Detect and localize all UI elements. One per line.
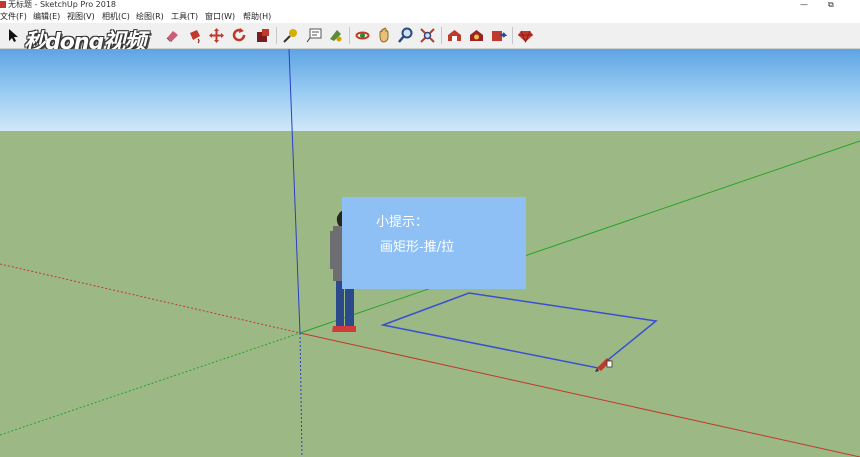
menu-tools[interactable]: 工具(T) [171, 10, 198, 23]
toolbar-separator [276, 27, 277, 44]
drawn-rectangle [380, 292, 658, 369]
share-model-tool-button[interactable] [490, 27, 508, 44]
menu-bar: 文件(F) 编辑(E) 视图(V) 相机(C) 绘图(R) 工具(T) 窗口(W… [0, 10, 860, 23]
orbit-tool-button[interactable] [354, 27, 371, 44]
toolbar-separator [349, 27, 350, 44]
menu-file[interactable]: 文件(F) [0, 10, 27, 23]
move-icon [209, 28, 224, 43]
minimize-button[interactable]: — [800, 0, 808, 9]
menu-camera[interactable]: 相机(C) [102, 10, 130, 23]
extension-warehouse-tool-button[interactable] [468, 27, 485, 44]
paint-bucket-tool-button[interactable] [186, 27, 203, 44]
menu-window[interactable]: 窗口(W) [205, 10, 235, 23]
pan-tool-button[interactable] [376, 27, 393, 44]
zoom-tool-button[interactable] [397, 27, 414, 44]
zoom-extents-tool-button[interactable] [419, 27, 436, 44]
share-model-icon [492, 31, 508, 41]
toolbar-separator [441, 27, 442, 44]
pencil-cursor-icon [595, 358, 613, 372]
tip-box: 小提示： 画矩形-推/拉 [342, 197, 526, 289]
blue-axis [288, 49, 301, 334]
move-tool-button[interactable] [208, 27, 225, 44]
title-bar: 无标题 - SketchUp Pro 2018 — ⧉ [0, 0, 860, 10]
menu-draw[interactable]: 绘图(R) [136, 10, 164, 23]
menu-help[interactable]: 帮助(H) [243, 10, 271, 23]
blue-axis-negative [299, 332, 303, 457]
eraser-icon [166, 31, 178, 42]
tape-measure-icon [283, 29, 297, 43]
ruby-gem-icon [518, 30, 533, 44]
pan-hand-icon [379, 27, 389, 43]
green-axis-negative [0, 332, 301, 436]
paint-bucket-icon [190, 30, 200, 44]
scale-icon [257, 29, 269, 42]
menu-edit[interactable]: 编辑(E) [33, 10, 60, 23]
toolbar-separator [512, 27, 513, 44]
menu-view[interactable]: 视图(V) [67, 10, 95, 23]
text-label-icon [306, 28, 322, 43]
rotate-icon [232, 28, 246, 42]
warehouse-tool-button[interactable] [446, 27, 463, 44]
extension-warehouse-icon [470, 30, 483, 41]
select-tool-button[interactable] [4, 27, 21, 44]
tip-title: 小提示： [376, 215, 429, 230]
tape-measure-tool-button[interactable] [282, 27, 299, 44]
text-tool-button[interactable] [305, 27, 322, 44]
sketchup-app-icon [0, 1, 6, 8]
paint-icon [330, 30, 342, 42]
tip-text: 画矩形-推/拉 [380, 240, 455, 255]
paint-tool-button[interactable] [327, 27, 344, 44]
zoom-magnifier-icon [398, 27, 413, 43]
orbit-icon [355, 31, 370, 40]
zoom-extents-icon [420, 28, 435, 43]
eraser-tool-button[interactable] [164, 27, 181, 44]
rotate-tool-button[interactable] [231, 27, 248, 44]
window-title: 无标题 - SketchUp Pro 2018 [8, 0, 116, 9]
scale-tool-button[interactable] [254, 27, 271, 44]
red-axis [299, 332, 860, 457]
select-arrow-icon [9, 29, 18, 42]
red-axis-negative [0, 263, 301, 334]
ruby-tool-button[interactable] [517, 27, 534, 44]
warehouse-icon [448, 30, 461, 41]
restore-button[interactable]: ⧉ [828, 0, 834, 9]
